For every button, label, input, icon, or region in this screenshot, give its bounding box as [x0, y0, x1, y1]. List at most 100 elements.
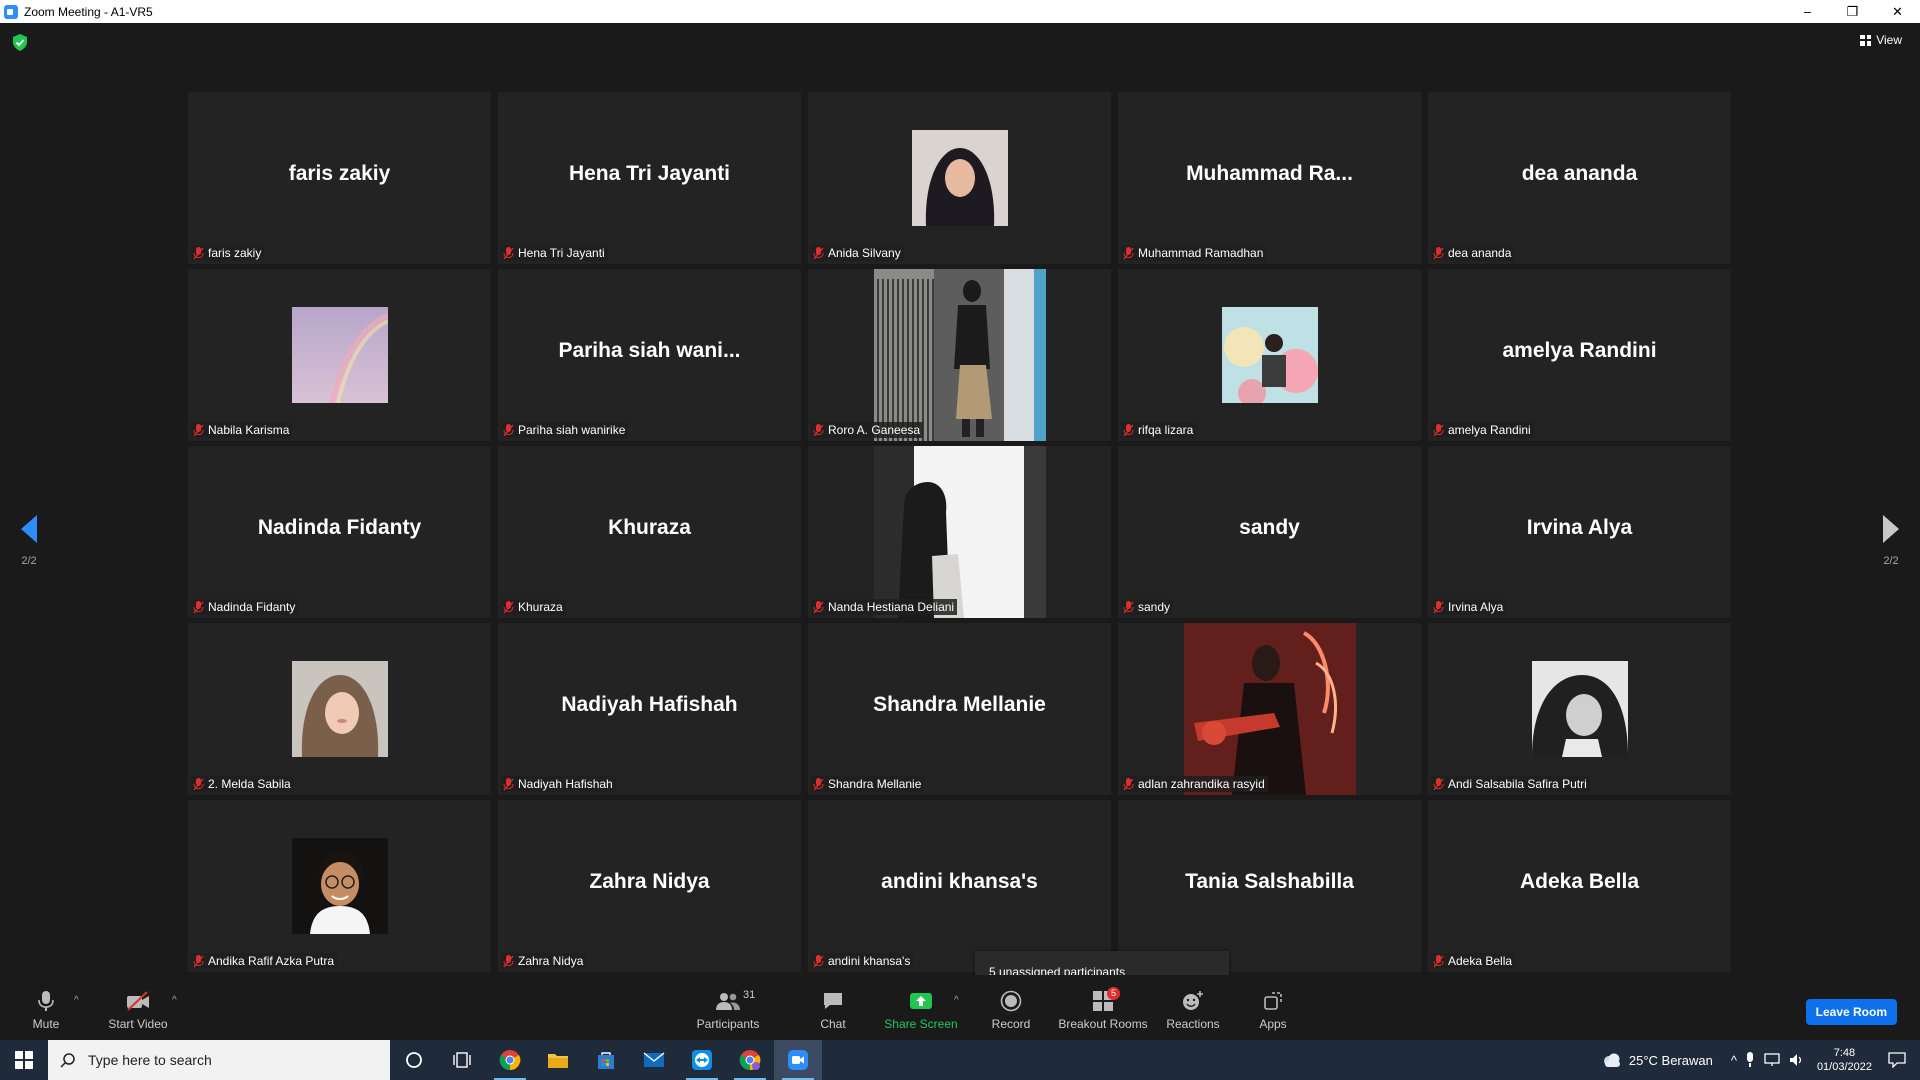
next-page-button[interactable]: 2/2	[1876, 515, 1906, 567]
participant-tile[interactable]: Zahra Nidya Zahra Nidya	[498, 800, 801, 972]
participant-tile[interactable]: Irvina Alya Irvina Alya	[1428, 446, 1731, 618]
share-screen-label: Share Screen	[884, 1017, 958, 1031]
participant-tile[interactable]: 2. Melda Sabila	[188, 623, 491, 795]
previous-page-button[interactable]: 2/2	[14, 515, 44, 567]
participant-tile[interactable]: Muhammad Ra... Muhammad Ramadhan	[1118, 92, 1421, 264]
share-screen-button[interactable]: Share Screen	[884, 989, 958, 1031]
participant-tile[interactable]: Shandra Mellanie Shandra Mellanie	[808, 623, 1111, 795]
participant-name-label: Hena Tri Jayanti	[501, 245, 608, 261]
network-icon[interactable]	[1763, 1053, 1781, 1067]
participant-name-label: Zahra Nidya	[501, 953, 587, 969]
apps-icon	[1264, 992, 1282, 1010]
participant-tile[interactable]: Anida Silvany	[808, 92, 1111, 264]
participant-name: Anida Silvany	[828, 246, 901, 260]
participant-photo	[291, 661, 388, 757]
participant-display-name: Pariha siah wani...	[558, 339, 741, 362]
start-video-button[interactable]: Start Video	[106, 989, 170, 1031]
participant-name-label: faris zakiy	[191, 245, 265, 261]
participant-photo	[911, 130, 1008, 226]
participant-tile[interactable]: Andi Salsabila Safira Putri	[1428, 623, 1731, 795]
participant-tile[interactable]: Khuraza Khuraza	[498, 446, 801, 618]
participants-button[interactable]: 31 Participants	[693, 989, 763, 1031]
weather-widget[interactable]: 25°C Berawan	[1601, 1052, 1713, 1068]
participant-tile[interactable]: andini khansa's andini khansa's	[808, 800, 1111, 972]
participant-display-name: Nadinda Fidanty	[257, 516, 422, 539]
muted-microphone-icon	[193, 246, 204, 259]
apps-button[interactable]: Apps	[1256, 989, 1290, 1031]
video-options-caret-icon[interactable]: ^	[172, 995, 177, 1006]
participant-name: Nadinda Fidanty	[208, 600, 296, 614]
clock-time: 7:48	[1833, 1047, 1856, 1059]
encryption-shield-icon[interactable]	[12, 34, 28, 51]
participant-name-label: Andika Rafif Azka Putra	[191, 953, 338, 969]
participant-tile[interactable]: adlan zahrandika rasyid	[1118, 623, 1421, 795]
taskbar-zoom[interactable]	[774, 1040, 822, 1080]
clock-date: 01/03/2022	[1816, 1061, 1872, 1073]
participant-tile[interactable]: Roro A. Ganeesa	[808, 269, 1111, 441]
taskbar-chrome[interactable]	[486, 1040, 534, 1080]
record-button[interactable]: Record	[988, 989, 1034, 1031]
record-label: Record	[991, 1017, 1031, 1031]
taskbar-store[interactable]	[582, 1040, 630, 1080]
chat-button[interactable]: Chat	[815, 989, 851, 1031]
mute-button[interactable]: Mute	[26, 989, 66, 1031]
participant-tile[interactable]: dea ananda dea ananda	[1428, 92, 1731, 264]
taskbar-search-input[interactable]: Type here to search	[48, 1040, 390, 1080]
show-hidden-icons-chevron-icon[interactable]: ^	[1731, 1053, 1737, 1068]
participant-tile[interactable]: Hena Tri Jayanti Hena Tri Jayanti	[498, 92, 801, 264]
participant-tile[interactable]: rifqa lizara	[1118, 269, 1421, 441]
video-off-icon	[127, 991, 149, 1011]
muted-microphone-icon	[193, 423, 204, 436]
folder-icon	[548, 1054, 568, 1068]
participant-name: Andi Salsabila Safira Putri	[1448, 777, 1587, 791]
tray-microphone-icon[interactable]	[1745, 1052, 1755, 1068]
participant-tile[interactable]: Pariha siah wani... Pariha siah wanirike	[498, 269, 801, 441]
notifications-icon[interactable]	[1888, 1052, 1906, 1068]
close-button[interactable]: ✕	[1875, 0, 1920, 23]
cortana-button[interactable]	[390, 1040, 438, 1080]
breakout-rooms-button[interactable]: 5 Breakout Rooms	[1058, 987, 1148, 1031]
participant-name: Zahra Nidya	[518, 954, 584, 968]
participant-tile[interactable]: amelya Randini amelya Randini	[1428, 269, 1731, 441]
participant-tile[interactable]: Tania Salshabillaa	[1118, 800, 1421, 972]
teamviewer-icon	[692, 1050, 712, 1070]
start-button[interactable]	[0, 1040, 48, 1080]
participant-tile[interactable]: Nabila Karisma	[188, 269, 491, 441]
participant-tile[interactable]: Adeka Bella Adeka Bella	[1428, 800, 1731, 972]
cortana-circle-icon	[406, 1052, 422, 1068]
muted-microphone-icon	[1123, 246, 1134, 259]
participant-name-label: amelya Randini	[1431, 422, 1534, 438]
muted-microphone-icon	[813, 954, 824, 967]
share-options-caret-icon[interactable]: ^	[954, 995, 959, 1006]
participant-display-name: Khuraza	[608, 516, 691, 539]
taskbar-clock[interactable]: 7:48 01/03/2022	[1817, 1046, 1872, 1074]
taskbar-mail[interactable]	[630, 1040, 678, 1080]
participant-tile[interactable]: faris zakiy faris zakiy	[188, 92, 491, 264]
participant-tile[interactable]: sandy sandy	[1118, 446, 1421, 618]
restore-button[interactable]: ❐	[1830, 0, 1875, 23]
arrow-right-icon	[1883, 515, 1899, 543]
participant-display-name: amelya Randini	[1502, 339, 1657, 362]
taskbar-teamviewer[interactable]	[678, 1040, 726, 1080]
participant-display-name: Adeka Bella	[1519, 870, 1640, 893]
taskbar-file-explorer[interactable]	[534, 1040, 582, 1080]
participant-tile[interactable]: Nadinda Fidanty Nadinda Fidanty	[188, 446, 491, 618]
volume-icon[interactable]	[1789, 1053, 1805, 1067]
taskbar-chrome-profile[interactable]	[726, 1040, 774, 1080]
participant-tile[interactable]: Andika Rafif Azka Putra	[188, 800, 491, 972]
participant-name-label: adlan zahrandika rasyid	[1121, 776, 1268, 792]
muted-microphone-icon	[503, 600, 514, 613]
participant-name: Muhammad Ramadhan	[1138, 246, 1264, 260]
muted-microphone-icon	[813, 600, 824, 613]
participant-name: Shandra Mellanie	[828, 777, 922, 791]
audio-options-caret-icon[interactable]: ^	[74, 995, 79, 1006]
minimize-button[interactable]: –	[1785, 0, 1830, 23]
reactions-button[interactable]: Reactions	[1166, 989, 1220, 1031]
task-view-button[interactable]	[438, 1040, 486, 1080]
participants-icon	[716, 993, 740, 1010]
participant-tile[interactable]: Nadiyah Hafishah Nadiyah Hafishah	[498, 623, 801, 795]
leave-room-button[interactable]: Leave Room	[1805, 999, 1897, 1025]
participant-tile[interactable]: Nanda Hestiana Deliani	[808, 446, 1111, 618]
grid-view-icon	[1860, 34, 1872, 46]
view-button[interactable]: View	[1860, 33, 1902, 47]
